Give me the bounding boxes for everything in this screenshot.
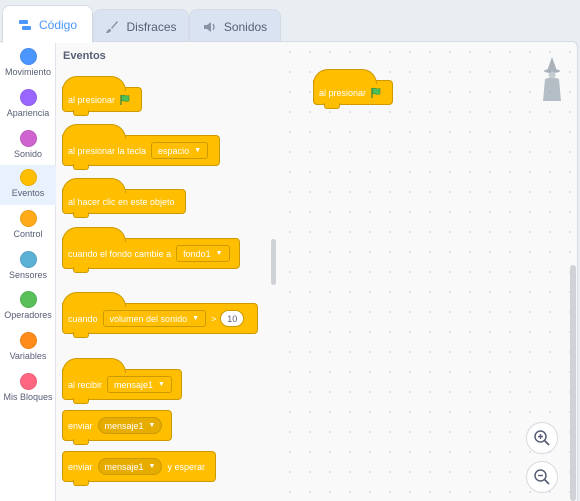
chevron-down-icon: ▼ [158,381,165,388]
category-control-dot [19,210,37,227]
zoom-in-button[interactable] [526,422,558,454]
broadcast-wait-dropdown[interactable]: mensaje1 ▼ [97,458,163,475]
tab-code[interactable]: Código [2,5,93,43]
category-operators-dot [19,291,37,308]
tab-costumes[interactable]: Disfraces [93,9,189,43]
message-dropdown-value: mensaje1 [114,379,154,390]
backdrop-dropdown[interactable]: fondo1 ▼ [176,245,230,262]
tab-sounds-label: Sonidos [223,19,268,34]
editor-tabs: Código Disfraces Sonidos [0,0,580,43]
category-operators[interactable]: Operadores [0,287,56,327]
category-sensing-dot [19,251,37,268]
palette-title: Eventos [63,50,106,62]
category-label: Sensores [8,270,48,280]
broadcast-dropdown-value: mensaje1 [104,420,144,431]
key-dropdown-value: espacio [158,145,190,156]
scratch-editor: Código Disfraces Sonidos Movimiento Apar… [0,0,580,501]
category-label: Apariencia [6,108,50,118]
block-text: enviar [68,420,93,431]
workspace-scrollbar[interactable] [570,265,576,501]
category-label: Control [13,229,43,239]
category-variables[interactable]: Variables [0,328,56,368]
category-label: Eventos [11,188,45,198]
brush-icon [105,20,119,34]
category-sound-dot [19,130,37,147]
palette-scrollbar[interactable] [271,239,276,285]
sprite-wizard-icon [541,57,563,102]
category-menu: Movimiento Apariencia Sonido Eventos Con… [0,41,56,501]
block-when-sprite-clicked[interactable]: al hacer clic en este objeto [62,178,186,218]
block-palette: Eventos al presionar al presionar la tec… [56,41,280,501]
zoom-out-icon [534,469,550,485]
category-label: Variables [9,351,47,361]
block-broadcast[interactable]: enviar mensaje1 ▼ [62,410,172,445]
chevron-down-icon: ▼ [148,463,156,470]
block-text: cuando el fondo cambie a [68,248,172,259]
block-text: enviar [68,461,93,472]
zoom-out-button[interactable] [526,461,558,493]
chevron-down-icon: ▼ [148,422,156,429]
category-events-dot [19,169,37,186]
category-my-blocks[interactable]: Mis Bloques [0,369,56,409]
green-flag-icon [119,94,131,106]
block-when-receive[interactable]: al recibir mensaje1 ▼ [62,358,182,404]
threshold-input[interactable]: 10 [220,310,245,327]
chevron-down-icon: ▼ [215,250,223,257]
sensor-dropdown[interactable]: volumen del sonido ▼ [102,310,207,327]
greater-symbol: > [211,313,217,324]
sensor-dropdown-value: volumen del sonido [109,313,188,324]
category-label: Operadores [4,310,52,320]
category-motion-dot [19,48,37,65]
workspace-block-when-flag-clicked[interactable]: al presionar [313,69,393,109]
block-text: cuando [68,313,98,324]
category-motion[interactable]: Movimiento [0,44,56,84]
block-when-flag-clicked[interactable]: al presionar [62,76,142,116]
chevron-down-icon: ▼ [194,147,202,154]
category-sensing[interactable]: Sensores [0,247,56,287]
broadcast-wait-dropdown-value: mensaje1 [104,461,144,472]
tab-code-label: Código [38,17,78,32]
script-workspace[interactable]: al presionar [280,41,578,501]
block-text: al presionar [319,87,367,98]
category-control[interactable]: Control [0,206,56,246]
block-when-greater-than[interactable]: cuando volumen del sonido ▼ > 10 [62,292,258,338]
key-dropdown[interactable]: espacio ▼ [151,142,209,159]
category-sound[interactable]: Sonido [0,126,56,166]
chevron-down-icon: ▼ [192,315,200,322]
category-looks-dot [19,89,37,106]
block-broadcast-and-wait[interactable]: enviar mensaje1 ▼ y esperar [62,451,216,486]
block-text: al hacer clic en este objeto [68,196,175,207]
tab-sounds[interactable]: Sonidos [189,9,281,43]
category-looks[interactable]: Apariencia [0,85,56,125]
category-label: Movimiento [4,67,51,77]
block-text: al recibir [68,379,103,390]
block-text: al presionar [68,94,116,105]
category-events[interactable]: Eventos [0,165,56,205]
block-text-suffix: y esperar [167,461,206,472]
code-icon [18,18,32,32]
block-when-backdrop-switches[interactable]: cuando el fondo cambie a fondo1 ▼ [62,227,240,273]
backdrop-dropdown-value: fondo1 [183,248,211,259]
tab-costumes-label: Disfraces [126,19,177,34]
category-label: Sonido [13,149,43,159]
message-dropdown[interactable]: mensaje1 ▼ [107,376,172,393]
block-when-key-pressed[interactable]: al presionar la tecla espacio ▼ [62,124,220,170]
green-flag-icon [370,87,382,99]
category-variables-dot [19,332,37,349]
category-my-blocks-dot [19,373,37,390]
zoom-in-icon [534,430,550,446]
broadcast-dropdown[interactable]: mensaje1 ▼ [97,417,163,434]
speaker-icon [203,20,217,34]
block-text: al presionar la tecla [68,145,147,156]
category-label: Mis Bloques [3,392,53,402]
